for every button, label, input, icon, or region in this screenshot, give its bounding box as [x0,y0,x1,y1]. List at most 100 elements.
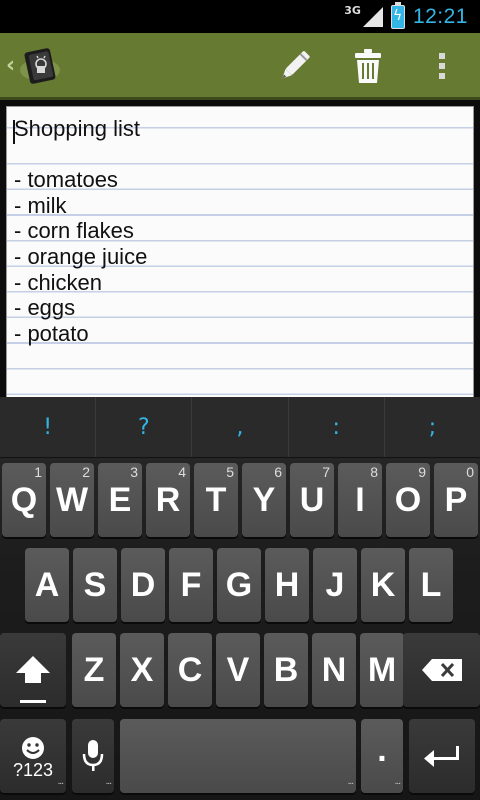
key-label: E [108,480,132,519]
note-line: - potato [14,320,89,346]
key-label: Z [83,650,105,689]
network-type: 3G [344,3,361,17]
soft-keyboard: !?,:; 1Q2W3E4R5T6Y7U8I9O0PASDFGHJKLZXCVB… [0,397,480,800]
key-label: Y [252,480,276,519]
key-y[interactable]: 6Y [242,463,286,537]
key-g[interactable]: G [217,548,261,622]
key-i[interactable]: 8I [338,463,382,537]
key-label: U [299,480,325,519]
key-d[interactable]: D [121,548,165,622]
key-f[interactable]: F [169,548,213,622]
key-u[interactable]: 7U [290,463,334,537]
key-label: R [155,480,181,519]
key-t[interactable]: 5T [194,463,238,537]
key-label: M [367,650,397,689]
key-e[interactable]: 3E [98,463,142,537]
note-lines: Shopping list - tomatoes - milk - corn flak… [14,116,147,346]
signal-icon [362,7,383,27]
key-v[interactable]: V [216,633,260,707]
suggestion-key[interactable]: ? [96,397,193,457]
key-label: X [130,650,154,689]
key-k[interactable]: K [361,548,405,622]
key-x[interactable]: X [120,633,164,707]
overflow-menu-button[interactable] [420,45,464,87]
note-text-field[interactable]: Shopping list - tomatoes - milk - corn flak… [6,106,474,400]
key-label: F [180,565,202,604]
suggestion-key[interactable]: , [192,397,289,457]
key-s[interactable]: S [73,548,117,622]
key-label: G [225,565,253,604]
microphone-icon [82,740,104,771]
suggestion-key[interactable]: ; [385,397,480,457]
key-c[interactable]: C [168,633,212,707]
shift-key[interactable] [0,633,66,707]
note-line: - tomatoes [14,167,118,193]
key-label: L [420,565,442,604]
note-line: - eggs [14,295,76,321]
key-a[interactable]: A [25,548,69,622]
status-icons: 3G ϟ 12:21 [344,2,468,30]
trash-icon [355,49,381,83]
key-label: J [325,565,345,604]
note-line: Shopping list [14,116,140,141]
backspace-icon [421,659,462,681]
key-label: V [226,650,250,689]
key-label: P [444,480,468,519]
action-bar: ‹ [0,33,480,100]
delete-button[interactable] [346,45,390,87]
key-p[interactable]: 0P [434,463,478,537]
key-label: H [274,565,300,604]
enter-key[interactable] [409,719,475,793]
key-q[interactable]: 1Q [2,463,46,537]
space-key[interactable]: ... [120,719,356,793]
emoji-icon [22,736,44,759]
key-hint: 1 [34,464,42,480]
voice-input-key[interactable]: ... [72,719,114,793]
key-r[interactable]: 4R [146,463,190,537]
key-label: B [273,650,299,689]
battery-charging-icon: ϟ [390,2,405,29]
key-hint: 0 [466,464,474,480]
key-l[interactable]: L [409,548,453,622]
suggestion-key[interactable]: ! [0,397,97,457]
key-label: W [55,480,89,519]
key-hint: 7 [322,464,330,480]
key-h[interactable]: H [265,548,309,622]
pencil-icon [282,51,310,79]
key-label: Q [10,480,38,519]
notebook-android-icon[interactable] [18,45,62,87]
symbols-key-label: ?123 [12,759,54,780]
period-key[interactable]: . ... [361,719,403,793]
key-hint: 5 [226,464,234,480]
key-o[interactable]: 9O [386,463,430,537]
key-hint: 9 [418,464,426,480]
note-line [14,142,147,168]
key-z[interactable]: Z [72,633,116,707]
key-label: I [355,480,365,519]
edit-button[interactable] [272,45,316,87]
period-key-label: . [377,730,387,769]
note-line: - corn flakes [14,218,134,244]
key-label: C [177,650,203,689]
key-hint: 4 [178,464,186,480]
key-label: D [130,565,156,604]
key-hint: 8 [370,464,378,480]
key-m[interactable]: M [360,633,404,707]
key-w[interactable]: 2W [50,463,94,537]
overflow-menu-icon [439,53,445,79]
note-line: - chicken [14,269,103,295]
backspace-key[interactable] [403,633,480,707]
chevron-left-icon[interactable]: ‹ [6,53,15,78]
key-hint: 6 [274,464,282,480]
key-n[interactable]: N [312,633,356,707]
symbols-key[interactable]: ?123 ... [0,719,66,793]
key-j[interactable]: J [313,548,357,622]
status-bar: 3G ϟ 12:21 [0,0,480,33]
note-line: - milk [14,192,67,218]
key-hint: 2 [82,464,90,480]
key-label: K [370,565,396,604]
key-b[interactable]: B [264,633,308,707]
suggestion-strip: !?,:; [0,397,480,458]
key-label: O [394,480,422,519]
suggestion-key[interactable]: : [289,397,385,457]
